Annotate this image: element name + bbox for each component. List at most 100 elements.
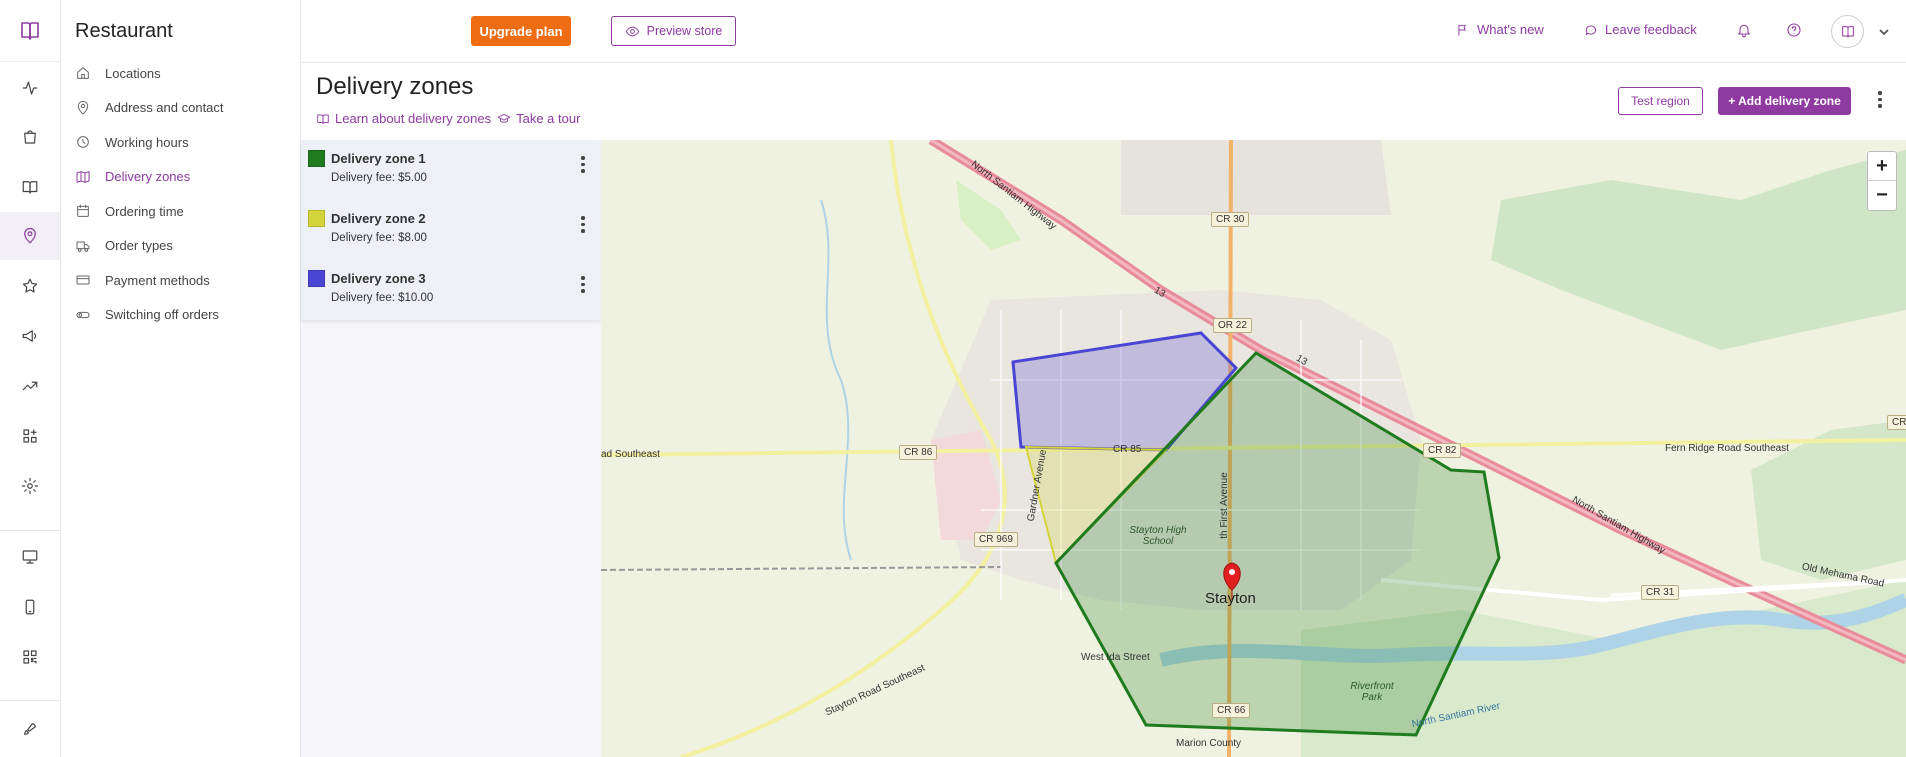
zoom-in-button[interactable]: +	[1868, 152, 1896, 181]
sidebar-item-label: Payment methods	[105, 272, 210, 288]
kebab-dot	[1878, 91, 1882, 95]
rail-menu[interactable]	[0, 163, 60, 211]
zone-more-menu[interactable]	[577, 276, 589, 296]
learn-link-label: Learn about delivery zones	[335, 111, 492, 126]
open-book-icon	[22, 181, 38, 194]
smartphone-icon	[25, 599, 35, 615]
chat-bubble-icon	[1585, 24, 1597, 35]
kebab-dot	[581, 216, 585, 220]
rail-orders[interactable]	[0, 113, 60, 161]
graduation-cap-icon	[497, 113, 511, 123]
forest-area	[1491, 150, 1906, 350]
zone-more-menu[interactable]	[577, 156, 589, 176]
zone-name: Delivery zone 3	[331, 271, 426, 286]
book-avatar-icon	[1841, 25, 1854, 37]
zone-name: Delivery zone 2	[331, 211, 426, 226]
help-circle-icon	[1787, 23, 1801, 37]
add-delivery-zone-button[interactable]: + Add delivery zone	[1718, 87, 1851, 115]
zone-name: Delivery zone 1	[331, 151, 426, 166]
rail-launch[interactable]	[0, 705, 60, 753]
road-shield: CR 66	[1212, 703, 1251, 718]
star-icon	[22, 278, 38, 293]
map-icon	[76, 170, 90, 183]
upgrade-plan-button[interactable]: Upgrade plan	[471, 16, 571, 46]
road-label: ad Southeast	[601, 449, 660, 460]
road-shield: CR	[1887, 415, 1906, 430]
zone-fee: Delivery fee: $5.00	[331, 172, 427, 184]
sidebar-item-address[interactable]: Address and contact	[61, 91, 301, 126]
credit-card-icon	[76, 275, 90, 285]
road-label: th First Avenue	[1218, 472, 1230, 539]
rail-desktop[interactable]	[0, 533, 60, 581]
road-shield: CR 86	[899, 445, 938, 460]
map-pin-icon	[24, 227, 36, 244]
sidebar-item-order-types[interactable]: Order types	[61, 229, 301, 264]
take-tour-link[interactable]: Take a tour	[497, 111, 580, 126]
zone-item-1[interactable]: Delivery zone 1 Delivery fee: $5.00	[301, 140, 601, 200]
kebab-dot	[581, 276, 585, 280]
account-avatar[interactable]	[1831, 15, 1864, 48]
sidebar-item-locations[interactable]: Locations	[61, 56, 301, 91]
book-icon	[317, 113, 329, 124]
rail-reports[interactable]	[0, 362, 60, 410]
zone-list: Delivery zone 1 Delivery fee: $5.00 Deli…	[301, 140, 601, 320]
road-shield: CR 31	[1641, 585, 1680, 600]
sidebar-item-working-hours[interactable]: Working hours	[61, 125, 301, 160]
zoom-out-button[interactable]: −	[1868, 181, 1896, 210]
rail-settings[interactable]	[0, 462, 60, 510]
delivery-map[interactable]: North Santiam Highway CR 30 OR 22 13 13 …	[601, 140, 1906, 757]
whats-new-link[interactable]: What's new	[1456, 22, 1544, 37]
sidebar-title: Restaurant	[75, 20, 173, 42]
sidebar-item-label: Working hours	[105, 134, 189, 150]
zone-more-menu[interactable]	[577, 216, 589, 236]
road-label: West Ida Street	[1081, 652, 1150, 663]
rail-marketing[interactable]	[0, 312, 60, 360]
sidebar-item-payment-methods[interactable]: Payment methods	[61, 263, 301, 298]
sidebar-item-delivery-zones[interactable]: Delivery zones	[61, 160, 301, 195]
preview-store-button[interactable]: Preview store	[611, 16, 736, 46]
kebab-dot	[1878, 97, 1882, 101]
road-shield: OR 22	[1213, 318, 1252, 333]
rail-apps[interactable]	[0, 412, 60, 460]
test-region-button[interactable]: Test region	[1618, 87, 1703, 115]
rail-mobile[interactable]	[0, 583, 60, 631]
leave-feedback-link[interactable]: Leave feedback	[1584, 22, 1697, 37]
rail-locations[interactable]	[0, 212, 60, 260]
sidebar-item-label: Ordering time	[105, 203, 184, 219]
settings-sidebar: Restaurant Locations Address and contact…	[61, 0, 301, 757]
calendar-icon	[77, 204, 89, 218]
urban-area	[1121, 140, 1391, 215]
learn-delivery-zones-link[interactable]: Learn about delivery zones	[316, 111, 491, 126]
rocket-icon	[24, 723, 36, 735]
notifications-button[interactable]	[1736, 22, 1754, 40]
sidebar-item-label: Delivery zones	[105, 169, 191, 185]
gear-icon	[21, 477, 39, 495]
sidebar-item-label: Order types	[105, 238, 173, 254]
zone-item-2[interactable]: Delivery zone 2 Delivery fee: $8.00	[301, 200, 601, 260]
kebab-dot	[581, 282, 585, 286]
zone-item-3[interactable]: Delivery zone 3 Delivery fee: $10.00	[301, 260, 601, 320]
kebab-dot	[581, 169, 585, 173]
flag-icon	[1458, 24, 1466, 36]
rail-reviews[interactable]	[0, 262, 60, 310]
page-title: Delivery zones	[316, 73, 474, 100]
rail-activity[interactable]	[0, 64, 60, 112]
bag-icon	[24, 130, 36, 144]
sidebar-item-switching-off-orders[interactable]: Switching off orders	[61, 298, 301, 333]
zone-color-swatch	[308, 210, 325, 227]
kebab-dot	[581, 229, 585, 233]
eye-icon	[625, 26, 639, 36]
account-menu-toggle[interactable]	[1878, 25, 1890, 37]
sidebar-item-ordering-time[interactable]: Ordering time	[61, 194, 301, 229]
rail-qr[interactable]	[0, 633, 60, 681]
zone-fee: Delivery fee: $10.00	[331, 292, 434, 304]
home-icon	[77, 67, 89, 80]
help-button[interactable]	[1786, 22, 1804, 40]
zone-fee: Delivery fee: $8.00	[331, 232, 427, 244]
chevron-down-icon	[1879, 29, 1889, 36]
creek	[820, 199, 852, 561]
road-shield: CR 82	[1423, 443, 1462, 458]
app-logo[interactable]	[0, 0, 60, 62]
zone-color-swatch	[308, 270, 325, 287]
page-more-menu[interactable]	[1874, 91, 1886, 111]
